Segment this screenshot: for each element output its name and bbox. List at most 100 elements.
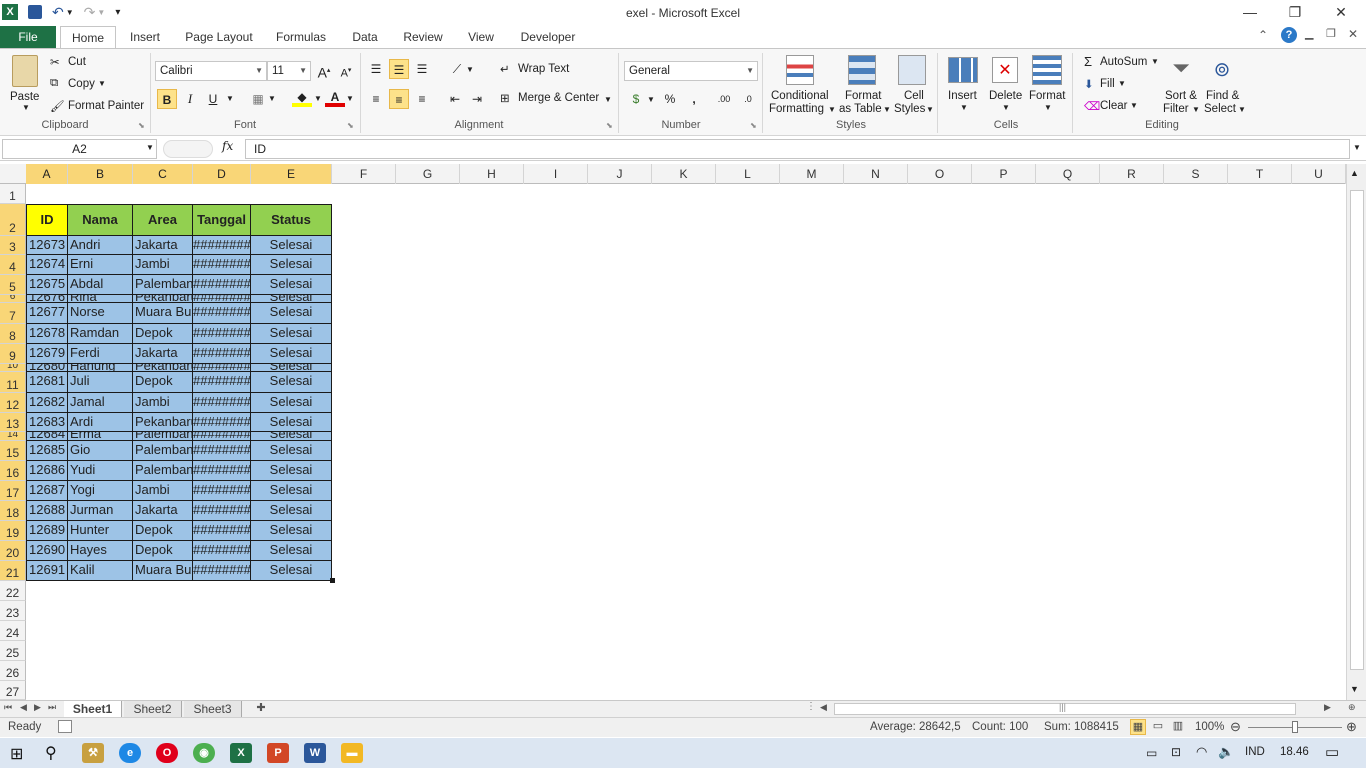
row-header-17[interactable]: 17 [0,481,26,501]
table-cell-id[interactable]: 12681 [26,372,68,393]
language-indicator[interactable]: IND [1245,746,1265,758]
clear-dropdown-icon[interactable]: ▼ [1130,101,1138,110]
table-cell-area[interactable]: Palembang [133,275,193,295]
tab-file[interactable]: File [0,26,56,48]
column-header-h[interactable]: H [460,164,524,184]
tab-home[interactable]: Home [60,26,116,49]
alignment-launcher-icon[interactable]: ⬊ [606,121,613,130]
network-icon[interactable]: ⊡ [1171,745,1181,759]
table-cell-status[interactable]: Selesai [251,441,332,461]
column-header-l[interactable]: L [716,164,780,184]
help-icon[interactable]: ? [1281,27,1297,43]
table-cell-area[interactable]: Depok [133,372,193,393]
table-cell-nama[interactable]: Norse [68,303,133,324]
prev-sheet-icon[interactable]: ◀ [20,702,27,713]
binoculars-icon[interactable]: ⊚ [1208,57,1236,85]
column-header-u[interactable]: U [1292,164,1346,184]
column-header-b[interactable]: B [68,164,133,184]
insert-cells-dropdown-icon[interactable]: ▼ [960,103,968,112]
powerpoint-app-icon[interactable]: P [267,743,289,763]
font-size-combo[interactable]: 11 ▼ [267,61,311,81]
table-cell-status[interactable]: Selesai [251,295,332,303]
table-cell-id[interactable]: 12687 [26,481,68,501]
format-cells-dropdown-icon[interactable]: ▼ [1044,103,1052,112]
table-cell-area[interactable]: Pekanbaru [133,364,193,372]
table-cell-nama[interactable]: Abdal [68,275,133,295]
page-layout-view-icon[interactable]: ▭ [1150,719,1166,735]
split-horizontal-icon[interactable]: ⊕ [1348,702,1356,713]
horizontal-scroll-thumb[interactable]: ||| [834,702,1296,715]
edge-browser-icon[interactable]: e [119,743,141,763]
table-cell-nama[interactable]: Andri [68,236,133,255]
app-tool-icon[interactable]: ⚒ [82,743,104,763]
decrease-indent-icon[interactable]: ⇤ [445,89,465,109]
table-cell-nama[interactable]: Ferdi [68,344,133,364]
table-cell-tanggal[interactable]: ######## [193,393,251,413]
column-header-o[interactable]: O [908,164,972,184]
insert-cells-button[interactable]: Insert [948,90,977,102]
table-cell-nama[interactable]: Juli [68,372,133,393]
clear-button[interactable]: Clear [1100,100,1127,112]
conditional-formatting-dropdown-icon[interactable]: ▼ [828,105,836,114]
row-header-25[interactable]: 25 [0,641,26,661]
table-cell-area[interactable]: Palembang [133,432,193,441]
table-cell-tanggal[interactable]: ######## [193,324,251,344]
delete-cells-icon[interactable]: ✕ [992,57,1018,83]
align-top-icon[interactable]: ☰ [366,59,386,79]
copy-button[interactable]: Copy [68,78,95,90]
row-header-4[interactable]: 4 [0,255,26,275]
table-cell-id[interactable]: 12682 [26,393,68,413]
row-header-5[interactable]: 5 [0,275,26,295]
table-cell-area[interactable]: Pekanbaru [133,295,193,303]
align-middle-icon[interactable]: ☰ [389,59,409,79]
clear-icon[interactable]: ⌫ [1084,99,1100,113]
paste-icon[interactable] [12,55,38,87]
autosum-button[interactable]: AutoSum [1100,56,1147,68]
orientation-dropdown-icon[interactable]: ▼ [466,65,474,74]
currency-icon[interactable]: $ [626,89,646,109]
sort-filter-icon[interactable]: ⏷ [1166,55,1196,85]
sheet-tab-sheet3[interactable]: Sheet3 [184,701,242,717]
cut-button[interactable]: Cut [68,56,86,68]
zoom-out-icon[interactable]: ⊖ [1230,719,1241,735]
table-cell-area[interactable]: Pekanbaru [133,413,193,432]
format-as-table-icon[interactable] [848,55,876,85]
conditional-formatting-button[interactable]: Conditional [771,90,829,102]
table-cell-id[interactable]: 12680 [26,364,68,372]
name-box-dropdown-icon[interactable]: ▼ [146,143,154,152]
row-header-15[interactable]: 15 [0,441,26,461]
column-header-f[interactable]: F [332,164,396,184]
tab-page-layout[interactable]: Page Layout [178,26,260,48]
orientation-icon[interactable]: ⟋ [447,59,467,79]
table-cell-tanggal[interactable]: ######## [193,413,251,432]
vertical-scrollbar[interactable]: ▲ ▼ [1346,164,1366,700]
table-cell-status[interactable]: Selesai [251,432,332,441]
wrap-text-icon[interactable]: ↵ [500,62,510,76]
last-sheet-icon[interactable]: ⏭ [48,702,56,713]
number-launcher-icon[interactable]: ⬊ [750,121,757,130]
table-cell-area[interactable]: Jambi [133,393,193,413]
table-cell-area[interactable]: Palembang [133,461,193,481]
sheet-tab-sheet2[interactable]: Sheet2 [124,701,182,717]
comma-style-icon[interactable]: , [684,89,704,109]
tab-formulas[interactable]: Formulas [268,26,334,48]
table-cell-status[interactable]: Selesai [251,521,332,541]
table-cell-status[interactable]: Selesai [251,461,332,481]
sheet-tab-sheet1[interactable]: Sheet1 [64,701,122,717]
table-cell-status[interactable]: Selesai [251,481,332,501]
header-cell-status[interactable]: Status [251,204,332,236]
table-cell-status[interactable]: Selesai [251,236,332,255]
scroll-right-icon[interactable]: ▶ [1324,702,1331,713]
underline-dropdown-icon[interactable]: ▼ [226,94,234,103]
formula-input[interactable]: ID [245,139,1350,159]
clock[interactable]: 18.46 [1280,746,1309,758]
format-painter-icon[interactable]: 🖌 [50,99,65,113]
row-header-27[interactable]: 27 [0,681,26,700]
align-center-icon[interactable]: ≡ [389,89,409,109]
table-cell-status[interactable]: Selesai [251,393,332,413]
table-cell-id[interactable]: 12690 [26,541,68,561]
clipboard-launcher-icon[interactable]: ⬊ [138,121,145,130]
table-cell-status[interactable]: Selesai [251,344,332,364]
align-bottom-icon[interactable]: ☰ [412,59,432,79]
tab-insert[interactable]: Insert [120,26,170,48]
